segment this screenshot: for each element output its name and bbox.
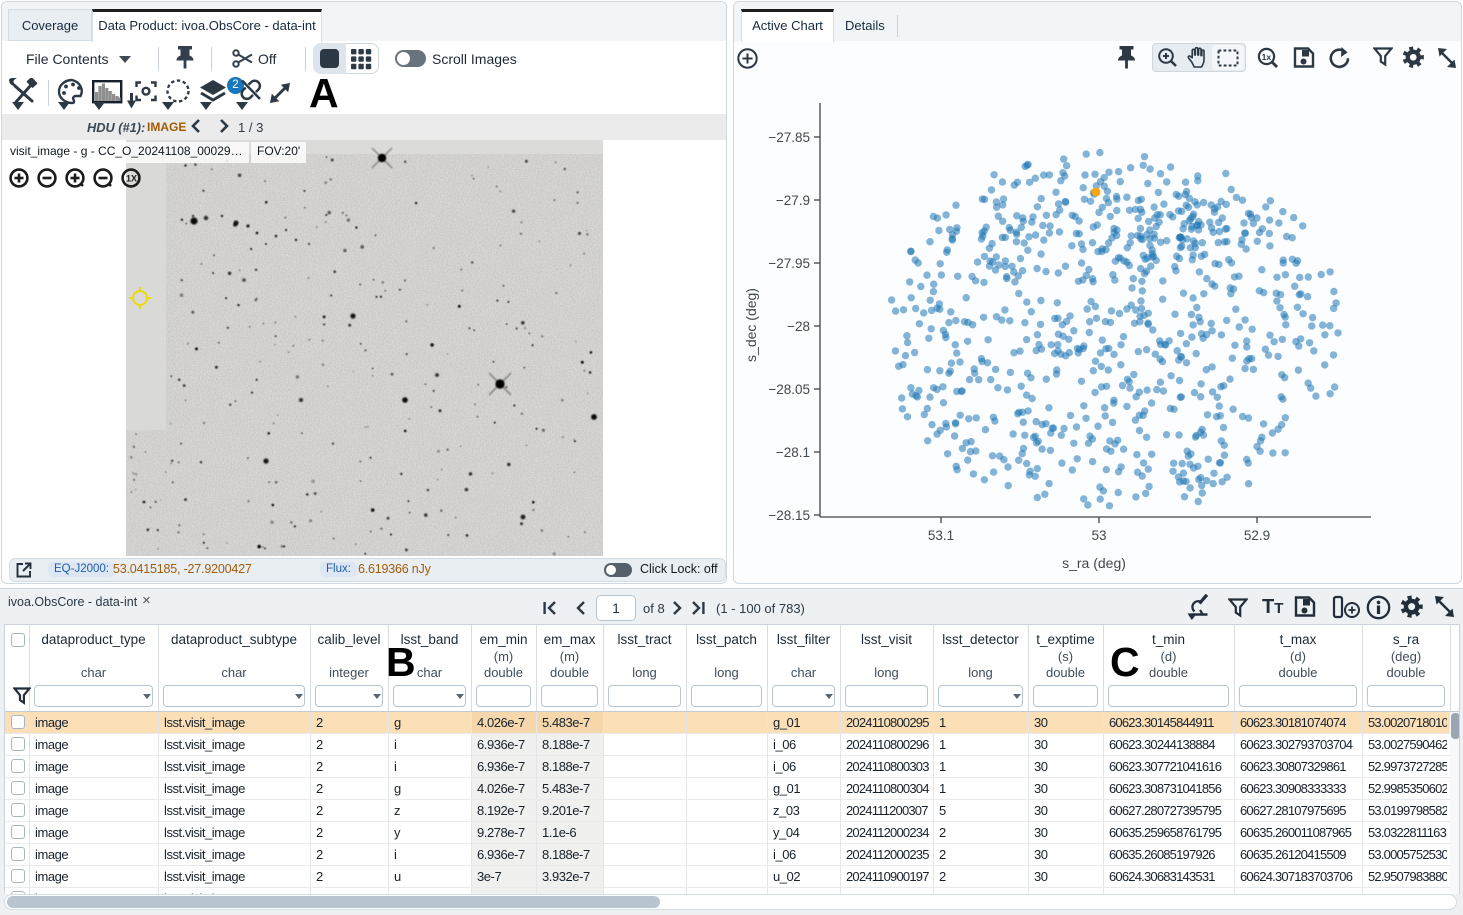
svg-text:−27.95: −27.95 [768, 256, 810, 271]
svg-text:1X: 1X [126, 174, 137, 184]
svg-text:−28.1: −28.1 [776, 445, 810, 460]
svg-text:52.9: 52.9 [1244, 528, 1270, 543]
svg-text:1x: 1x [1262, 52, 1272, 62]
svg-text:−27.9: −27.9 [776, 193, 810, 208]
svg-text:−27.85: −27.85 [768, 130, 810, 145]
svg-text:−28: −28 [787, 319, 810, 334]
svg-text:−28.05: −28.05 [768, 382, 810, 397]
svg-text:−28.15: −28.15 [768, 508, 810, 523]
svg-text:s_dec (deg): s_dec (deg) [743, 288, 759, 362]
svg-text:53.1: 53.1 [928, 528, 954, 543]
svg-text:53: 53 [1091, 528, 1106, 543]
svg-text:s_ra (deg): s_ra (deg) [1062, 555, 1126, 571]
